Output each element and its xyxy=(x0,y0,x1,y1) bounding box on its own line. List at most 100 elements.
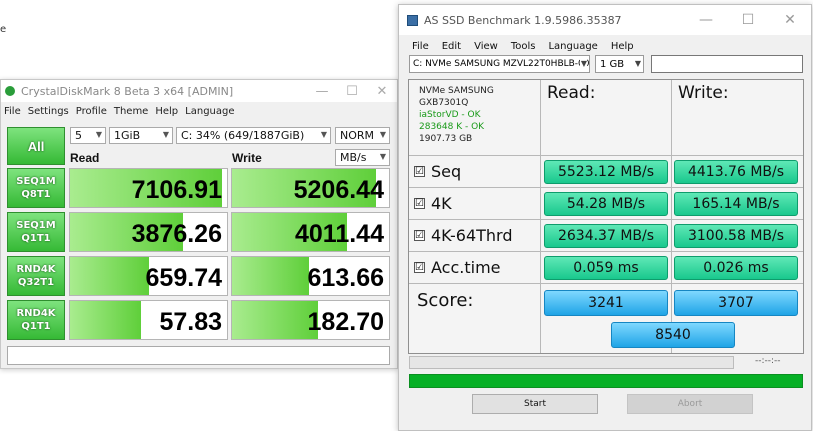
cdm-titlebar[interactable]: CrystalDiskMark 8 Beta 3 x64 [ADMIN] — ☐… xyxy=(1,80,397,102)
write-result-value: 5206.44 xyxy=(293,176,384,204)
divider xyxy=(671,80,672,353)
test-params: Q1T1 xyxy=(21,321,51,332)
minimize-icon[interactable]: — xyxy=(685,12,727,28)
test-count-value: 5 xyxy=(75,129,82,142)
test-button-seq1m-q1t1[interactable]: SEQ1M Q1T1 xyxy=(7,212,65,252)
unit-select[interactable]: MB/s ▼ xyxy=(335,149,390,166)
crystaldiskmark-app-icon xyxy=(5,86,15,96)
4k-row-label[interactable]: ☑ 4K xyxy=(414,194,452,213)
read-column-header: Read: xyxy=(547,83,596,103)
minimize-icon[interactable]: — xyxy=(307,84,337,99)
score-read: 3241 xyxy=(544,290,668,316)
test-count-select[interactable]: 5 ▼ xyxy=(70,127,106,144)
comment-field[interactable] xyxy=(7,346,390,365)
start-button[interactable]: Start xyxy=(472,394,598,414)
test-name: RND4K xyxy=(16,264,56,275)
write-result: 182.70 xyxy=(231,300,390,340)
checkbox-icon[interactable]: ☑ xyxy=(414,166,425,177)
asd-menu-help[interactable]: Help xyxy=(611,41,634,52)
test-size-select[interactable]: 1 GB ▼ xyxy=(595,55,644,73)
write-result: 5206.44 xyxy=(231,168,390,208)
write-result-value: 182.70 xyxy=(307,308,384,336)
chevron-down-icon: ▼ xyxy=(633,59,641,68)
test-name: SEQ1M xyxy=(16,220,56,231)
asd-menu-view[interactable]: View xyxy=(474,41,498,52)
cdm-menu-language[interactable]: Language xyxy=(185,106,234,117)
test-size-select[interactable]: 1GiB ▼ xyxy=(109,127,173,144)
score-label: Score: xyxy=(417,290,474,311)
acc-time-read-value: 0.059 ms xyxy=(544,256,668,280)
checkbox-icon[interactable]: ☑ xyxy=(414,230,425,241)
read-column-header: Read xyxy=(70,151,100,165)
cdm-menu-profile[interactable]: Profile xyxy=(76,106,107,117)
drive-firmware: GXB7301Q xyxy=(419,98,469,108)
cdm-menu-settings[interactable]: Settings xyxy=(28,106,69,117)
test-button-rnd4k-q1t1[interactable]: RND4K Q1T1 xyxy=(7,300,65,340)
test-button-rnd4k-q32t1[interactable]: RND4K Q32T1 xyxy=(7,256,65,296)
read-result: 659.74 xyxy=(69,256,228,296)
score-write: 3707 xyxy=(674,290,798,316)
seq-row-label[interactable]: ☑ Seq xyxy=(414,162,461,181)
divider xyxy=(409,283,803,284)
read-result-value: 3876.26 xyxy=(131,220,222,248)
abort-button[interactable]: Abort xyxy=(627,394,753,414)
as-ssd-app-icon xyxy=(407,14,418,26)
write-result-bar xyxy=(232,301,319,339)
cdm-menu-file[interactable]: File xyxy=(4,106,21,117)
profile-select[interactable]: NORM ▼ xyxy=(335,127,390,144)
asd-window-title: AS SSD Benchmark 1.9.5986.35387 xyxy=(424,13,622,27)
acc-time-write-value: 0.026 ms xyxy=(674,256,798,280)
checkbox-icon[interactable]: ☑ xyxy=(414,262,425,273)
write-result-value: 4011.44 xyxy=(295,220,384,248)
maximize-icon[interactable]: ☐ xyxy=(727,12,769,28)
drive-select[interactable]: C: NVMe SAMSUNG MZVL22T0HBLB-00 ▼ xyxy=(409,55,590,73)
read-result: 3876.26 xyxy=(69,212,228,252)
asd-menu-file[interactable]: File xyxy=(412,41,429,52)
row-name: Seq xyxy=(431,162,462,181)
maximize-icon[interactable]: ☐ xyxy=(337,84,367,99)
4k-64thrd-write-value: 3100.58 MB/s xyxy=(674,224,798,248)
read-result-value: 659.74 xyxy=(145,264,222,292)
test-progress-bar xyxy=(409,356,734,369)
4k-64thrd-row-label[interactable]: ☑ 4K-64Thrd xyxy=(414,226,513,245)
all-button[interactable]: All xyxy=(7,127,65,165)
acc-time-row-label[interactable]: ☑ Acc.time xyxy=(414,258,501,277)
chevron-down-icon: ▼ xyxy=(162,130,169,139)
checkbox-icon[interactable]: ☑ xyxy=(414,198,425,209)
divider xyxy=(409,155,803,156)
write-result: 613.66 xyxy=(231,256,390,296)
asd-titlebar[interactable]: AS SSD Benchmark 1.9.5986.35387 — ☐ ✕ xyxy=(399,5,811,35)
read-result-bar xyxy=(70,301,141,339)
test-button-seq1m-q8t1[interactable]: SEQ1M Q8T1 xyxy=(7,168,65,208)
test-params: Q1T1 xyxy=(21,233,51,244)
asd-menu-language[interactable]: Language xyxy=(548,41,597,52)
asd-menu-edit[interactable]: Edit xyxy=(442,41,461,52)
close-icon[interactable]: ✕ xyxy=(367,84,397,99)
asd-menubar: File Edit View Tools Language Help xyxy=(399,35,811,57)
row-name: 4K-64Thrd xyxy=(431,226,513,245)
drive-model: NVMe SAMSUNG xyxy=(419,86,494,96)
chevron-down-icon: ▼ xyxy=(95,130,102,139)
alignment-status: 283648 K - OK xyxy=(419,122,485,132)
asd-menu-tools[interactable]: Tools xyxy=(511,41,536,52)
row-name: 4K xyxy=(431,194,452,213)
seq-read-value: 5523.12 MB/s xyxy=(544,160,668,184)
4k-write-value: 165.14 MB/s xyxy=(674,192,798,216)
read-result-value: 7106.91 xyxy=(131,176,222,204)
drive-value: C: 34% (649/1887GiB) xyxy=(181,129,305,142)
drive-select[interactable]: C: 34% (649/1887GiB) ▼ xyxy=(176,127,331,144)
close-icon[interactable]: ✕ xyxy=(769,12,811,28)
result-name-input[interactable] xyxy=(651,55,803,73)
write-column-header: Write xyxy=(232,151,262,165)
read-result: 57.83 xyxy=(69,300,228,340)
write-result-bar xyxy=(232,257,309,295)
cdm-menu-help[interactable]: Help xyxy=(155,106,178,117)
test-params: Q32T1 xyxy=(17,277,55,288)
divider xyxy=(409,219,803,220)
score-total: 8540 xyxy=(611,322,735,348)
write-result: 4011.44 xyxy=(231,212,390,252)
background-text-fragment: e xyxy=(0,24,7,35)
row-name: Acc.time xyxy=(431,258,501,277)
4k-64thrd-read-value: 2634.37 MB/s xyxy=(544,224,668,248)
cdm-menu-theme[interactable]: Theme xyxy=(114,106,149,117)
